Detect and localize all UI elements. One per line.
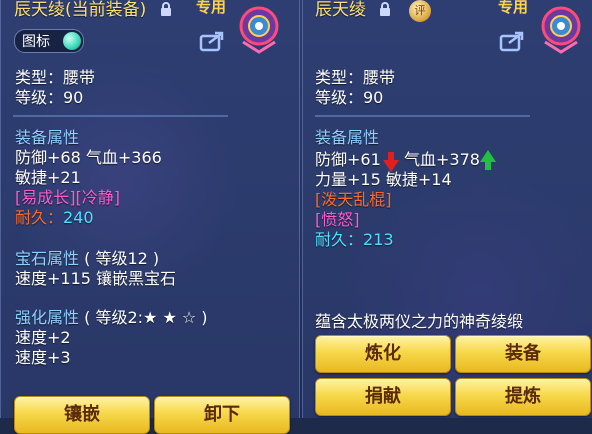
attr-line: 力量+15 敏捷+14 (315, 170, 452, 189)
gem-line: 速度+115 镶嵌黑宝石 (15, 269, 177, 288)
item-name: 辰天绫 (315, 0, 366, 20)
icon-toggle-label: 图标 (22, 34, 50, 50)
current-item-panel: 辰天绫(当前装备) 专用 图标 类型：腰带 等级：90 装备属性 防御+68 气… (0, 0, 300, 434)
special-effect: [愤怒] (315, 210, 360, 229)
icon-toggle[interactable]: 图标 (14, 29, 84, 53)
item-description: 蕴含太极两仪之力的神奇绫缎 (315, 312, 524, 331)
arrow-up-icon (480, 150, 496, 170)
durability: 耐久：240 (15, 208, 94, 227)
attr-line: 防御+68 气血+366 (15, 148, 162, 167)
donate-button[interactable]: 捐献 (315, 378, 451, 416)
share-icon[interactable] (199, 30, 225, 52)
item-name: 辰天绫(当前装备) (14, 0, 147, 20)
orb-toggle-icon (63, 32, 81, 50)
hp-stat: 气血+378 (404, 150, 480, 169)
enhance-line: 速度+3 (15, 348, 71, 367)
special-skill: [泼天乱棍] (315, 190, 392, 209)
compare-item-panel: 辰天绫 评 专用 类型：腰带 等级：90 装备属性 防御+61 气血+378 力… (302, 0, 592, 418)
divider (13, 115, 228, 117)
lock-icon (380, 2, 390, 16)
item-type: 类型：腰带 (315, 68, 396, 87)
special-effects: [易成长][冷静] (15, 188, 120, 207)
item-level: 等级：90 (315, 88, 384, 107)
lock-icon (161, 2, 171, 16)
emblem-icon (239, 6, 279, 54)
item-type: 类型：腰带 (15, 68, 96, 87)
defense-stat: 防御+61 (315, 150, 381, 169)
attr-line: 敏捷+21 (15, 168, 81, 187)
equip-attr-header: 装备属性 (15, 128, 80, 147)
durability: 耐久：213 (315, 230, 394, 249)
exclusive-badge: 专用 (196, 0, 227, 16)
divider (315, 115, 530, 117)
item-level: 等级：90 (15, 88, 84, 107)
inlay-button[interactable]: 镶嵌 (14, 396, 150, 434)
unequip-button[interactable]: 卸下 (154, 396, 290, 434)
share-icon[interactable] (499, 30, 525, 52)
enhance-line: 速度+2 (15, 328, 71, 347)
refine-button[interactable]: 炼化 (315, 335, 451, 373)
extract-button[interactable]: 提炼 (455, 378, 591, 416)
exclusive-badge: 专用 (498, 0, 529, 16)
emblem-icon (541, 6, 581, 54)
equip-button[interactable]: 装备 (455, 335, 591, 373)
enhance-attr: 强化属性 ( 等级2:★ ★ ☆ ) (15, 308, 208, 327)
rating-icon[interactable]: 评 (409, 0, 431, 22)
equip-attr-header: 装备属性 (315, 128, 380, 147)
gem-attr: 宝石属性 ( 等级12 ) (15, 249, 160, 268)
